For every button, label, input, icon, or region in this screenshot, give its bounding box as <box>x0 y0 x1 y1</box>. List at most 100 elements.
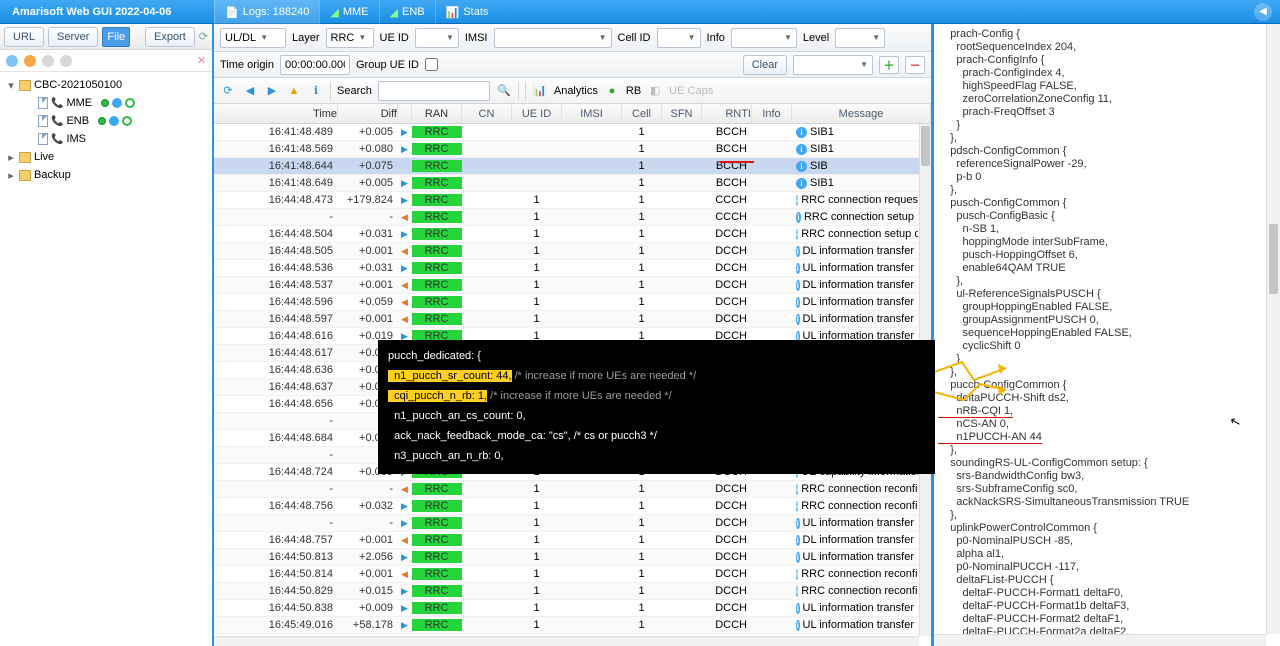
left-panel: URL Server File Export ⟳ ✕ ▾CBC-20210501… <box>0 24 214 646</box>
tree-item-mme[interactable]: 📞MME <box>0 94 212 112</box>
uecaps-icon: ◧ <box>647 83 663 99</box>
clear-select[interactable]: ▼ <box>793 55 873 75</box>
chart-icon: ◢ <box>330 6 338 19</box>
table-row[interactable]: 16:44:48.756+0.032▶RRC11DCCHi RRC connec… <box>214 498 919 515</box>
close-icon[interactable]: ✕ <box>197 54 206 67</box>
refresh-icon[interactable]: ⟳ <box>199 30 208 43</box>
scrollbar-thumb[interactable] <box>1269 224 1278 294</box>
url-button[interactable]: URL <box>4 27 44 47</box>
chart-icon[interactable]: 📊 <box>532 83 548 99</box>
table-row[interactable]: 16:44:48.757+0.001◀RRC11DCCHi DL informa… <box>214 532 919 549</box>
search-input[interactable] <box>378 81 490 101</box>
col-info[interactable]: Info <box>752 104 792 123</box>
table-row[interactable]: 16:44:50.838+0.009▶RRC11DCCHi UL informa… <box>214 600 919 617</box>
time-origin-label: Time origin <box>220 59 274 71</box>
vertical-scrollbar[interactable] <box>1266 24 1280 634</box>
tree-backup[interactable]: ▸Backup <box>0 166 212 184</box>
col-cell[interactable]: Cell <box>622 104 662 123</box>
info-icon: i <box>796 263 800 274</box>
group-ue-checkbox[interactable] <box>425 58 438 71</box>
file-button[interactable]: File <box>102 27 130 47</box>
code-view[interactable]: prach-Config { rootSequenceIndex 204, pr… <box>934 26 1266 634</box>
horizontal-scrollbar[interactable] <box>934 634 1266 646</box>
tree-item-enb[interactable]: 📞ENB <box>0 112 212 130</box>
folder-icon <box>19 170 31 181</box>
table-row[interactable]: 16:44:48.596+0.059◀RRC11DCCHi DL informa… <box>214 294 919 311</box>
table-row[interactable]: 16:44:48.504+0.031▶RRC11DCCHi RRC connec… <box>214 226 919 243</box>
col-cn[interactable]: CN <box>462 104 512 123</box>
info-icon[interactable]: ℹ <box>308 83 324 99</box>
table-row[interactable]: 16:44:48.597+0.001◀RRC11DCCHi DL informa… <box>214 311 919 328</box>
scrollbar-thumb[interactable] <box>921 126 930 166</box>
col-sfn[interactable]: SFN <box>662 104 702 123</box>
warn-icon[interactable]: ▲ <box>286 83 302 99</box>
tab-mme[interactable]: ◢MME <box>319 0 378 24</box>
table-row[interactable]: --▶RRC11DCCHi UL information transfer <box>214 515 919 532</box>
imsi-select[interactable]: ▼ <box>494 28 612 48</box>
top-tabs: 📄Logs: 188240 ◢MME ◢ENB 📊Stats <box>214 0 498 24</box>
info-select[interactable]: ▼ <box>731 28 797 48</box>
col-ueid[interactable]: UE ID <box>512 104 562 123</box>
table-row[interactable]: 16:45:49.016+58.178▶RRC11DCCHi UL inform… <box>214 617 919 634</box>
prev-icon[interactable]: ◀ <box>242 83 258 99</box>
col-time[interactable]: Time <box>214 104 338 123</box>
server-button[interactable]: Server <box>48 27 98 47</box>
info-icon: i <box>796 552 800 563</box>
table-row[interactable]: 16:44:50.813+2.056▶RRC11DCCHi UL informa… <box>214 549 919 566</box>
uldl-select[interactable]: UL/DL▼ <box>220 28 286 48</box>
tab-stats[interactable]: 📊Stats <box>435 0 499 24</box>
time-origin-input[interactable] <box>280 55 350 75</box>
col-message[interactable]: Message <box>792 104 931 123</box>
table-row[interactable]: 16:44:50.814+0.001◀RRC11DCCHi RRC connec… <box>214 566 919 583</box>
dot-icon[interactable] <box>60 55 72 67</box>
table-row[interactable]: 16:41:48.644+0.075RRC1BCCHi SIB <box>214 158 919 175</box>
tree-item-ims[interactable]: 📞IMS <box>0 130 212 148</box>
next-icon[interactable]: ▶ <box>264 83 280 99</box>
table-row[interactable]: 16:41:48.569+0.080▶RRC1BCCHi SIB1 <box>214 141 919 158</box>
info-icon: i <box>796 569 798 580</box>
col-imsi[interactable]: IMSI <box>562 104 622 123</box>
export-button[interactable]: Export <box>145 27 195 47</box>
table-row[interactable]: 16:41:48.489+0.005▶RRC1BCCHi SIB1 <box>214 124 919 141</box>
phone-icon: 📞 <box>51 98 63 109</box>
col-rnti[interactable]: RNTI <box>702 104 752 123</box>
table-row[interactable]: 16:44:48.537+0.001◀RRC11DCCHi DL informa… <box>214 277 919 294</box>
cellid-select[interactable]: ▼ <box>657 28 701 48</box>
col-ran[interactable]: RAN <box>412 104 462 123</box>
tree-root[interactable]: ▾CBC-2021050100 <box>0 76 212 94</box>
table-row[interactable]: --◀RRC11CCCHi RRC connection setup <box>214 209 919 226</box>
binoculars-icon[interactable]: 🔍 <box>496 83 512 99</box>
table-row[interactable]: 16:44:48.505+0.001◀RRC11DCCHi DL informa… <box>214 243 919 260</box>
dot-icon[interactable] <box>42 55 54 67</box>
page-icon <box>38 97 48 109</box>
table-row[interactable]: --◀RRC11DCCHi RRC connection reconfigura… <box>214 481 919 498</box>
tab-logs[interactable]: 📄Logs: 188240 <box>214 0 319 24</box>
collapse-left-icon[interactable]: ◀ <box>1254 3 1272 21</box>
table-row[interactable]: 16:44:48.536+0.031▶RRC11DCCHi UL informa… <box>214 260 919 277</box>
imsi-label: IMSI <box>465 32 488 44</box>
table-row[interactable]: 16:44:48.473+179.824▶RRC11CCCHi RRC conn… <box>214 192 919 209</box>
col-diff[interactable]: Diff <box>338 104 398 123</box>
add-button[interactable]: ＋ <box>879 56 899 74</box>
status-icon <box>112 98 122 108</box>
tree: ▾CBC-2021050100 📞MME 📞ENB 📞IMS ▸Live ▸Ba… <box>0 72 212 188</box>
remove-button[interactable]: － <box>905 56 925 74</box>
level-select[interactable]: ▼ <box>835 28 885 48</box>
table-row[interactable]: 16:41:48.649+0.005▶RRC1BCCHi SIB1 <box>214 175 919 192</box>
horizontal-scrollbar[interactable] <box>214 636 919 646</box>
code-overlay: pucch_dedicated: { n1_pucch_sr_count: 44… <box>378 340 935 474</box>
rb-icon[interactable]: ● <box>604 83 620 99</box>
col-dir[interactable] <box>398 104 412 123</box>
ueid-select[interactable]: ▼ <box>415 28 459 48</box>
tree-live[interactable]: ▸Live <box>0 148 212 166</box>
overlay-line: n1_pucch_an_cs_count: 0, <box>388 406 925 426</box>
dot-icon[interactable] <box>24 55 36 67</box>
layer-select[interactable]: RRC▼ <box>326 28 374 48</box>
status-icon <box>109 116 119 126</box>
refresh-icon[interactable]: ⟳ <box>220 83 236 99</box>
dot-icon[interactable] <box>6 55 18 67</box>
tab-enb[interactable]: ◢ENB <box>379 0 435 24</box>
clear-button[interactable]: Clear <box>743 55 787 75</box>
info-icon: i <box>796 127 807 138</box>
table-row[interactable]: 16:44:50.829+0.015▶RRC11DCCHi RRC connec… <box>214 583 919 600</box>
